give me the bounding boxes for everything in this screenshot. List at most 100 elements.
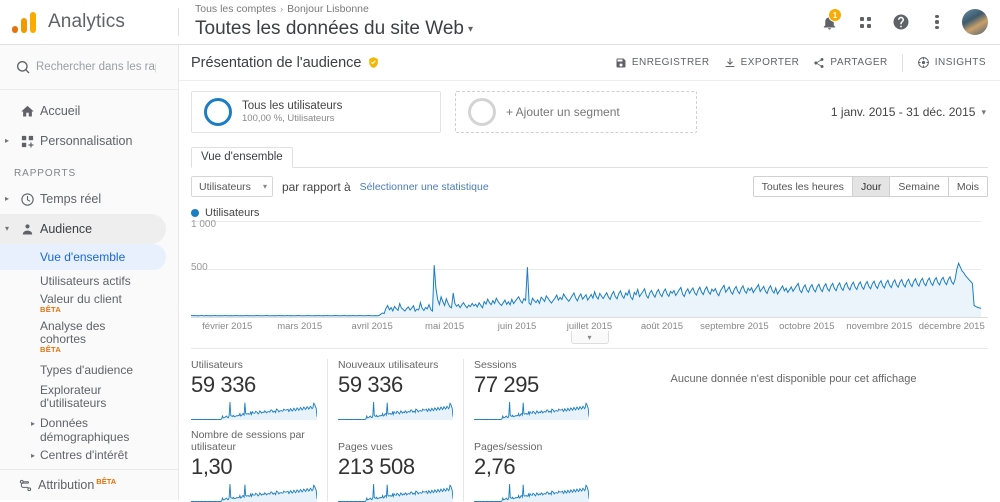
breadcrumb-account[interactable]: Tous les comptes (195, 3, 276, 15)
sidebar-sub-label: Données démographiques (40, 414, 132, 444)
sidebar-item-interests[interactable]: ▸ Centres d'intérêt (0, 444, 178, 466)
chevron-down-icon: ▾ (468, 24, 473, 35)
analytics-app: Analytics Tous les comptes›Bonjour Lisbo… (0, 0, 1000, 500)
brand-area[interactable]: Analytics (0, 11, 178, 33)
analytics-bars-icon (12, 11, 38, 33)
sidebar-sub-label: Vue d'ensemble (40, 251, 125, 264)
sidebar-sub-label: Types d'audience (40, 364, 133, 377)
main-content: Présentation de l'audience ENREGISTRER E… (179, 45, 1000, 500)
metric-card-pages-per-session[interactable]: Pages/session 2,76 (463, 429, 599, 501)
no-data-message: Aucune donnée n'est disponible pour cet … (599, 349, 988, 500)
beta-badge: BÊTA (96, 477, 116, 486)
chevron-down-icon: ▾ (263, 182, 267, 191)
granularity-month[interactable]: Mois (949, 177, 987, 196)
sidebar-item-demographics[interactable]: ▸ Données démographiques (0, 414, 178, 444)
chevron-right-icon: ▸ (26, 451, 40, 460)
sidebar-item-label-attribution: AttributionBÊTA (38, 477, 116, 492)
sidebar-item-customization[interactable]: ▸ Personnalisation (0, 126, 178, 156)
chevron-down-icon: ▾ (981, 107, 986, 118)
share-label: PARTAGER (830, 57, 887, 68)
segment-name: Tous les utilisateurs (242, 99, 342, 113)
chart-collapse-button[interactable]: ▾ (571, 331, 609, 344)
attribution-text: Attribution (38, 479, 94, 493)
metric-sparkline (474, 482, 589, 502)
insights-label: INSIGHTS (935, 57, 986, 68)
segment-ring-icon (204, 98, 232, 126)
kebab-menu-icon[interactable] (920, 5, 954, 39)
legend-color-swatch (191, 209, 199, 217)
page-title-text: Présentation de l'audience (191, 55, 361, 71)
sidebar-item-active-users[interactable]: Utilisateurs actifs (0, 270, 178, 292)
legend-label: Utilisateurs (205, 207, 259, 219)
x-tick-label: juin 2015 (481, 321, 553, 332)
granularity-hourly[interactable]: Toutes les heures (754, 177, 853, 196)
chart-plot-area[interactable]: 1 000 500 (191, 221, 988, 317)
help-circle-icon[interactable] (884, 5, 918, 39)
attribution-icon (12, 478, 38, 493)
customization-icon (14, 134, 40, 149)
metric-value: 1,30 (191, 453, 317, 481)
chevron-right-icon: ▸ (0, 195, 14, 203)
sidebar-item-audiences[interactable]: Types d'audience (0, 358, 178, 382)
x-tick-label: février 2015 (191, 321, 263, 332)
x-tick-label: avril 2015 (336, 321, 408, 332)
metric-title: Pages vues (338, 441, 453, 453)
segment-detail: 100,00 %, Utilisateurs (242, 113, 342, 125)
metric-card-pageviews[interactable]: Pages vues 213 508 (327, 429, 463, 501)
tab-strip: Vue d'ensemble (191, 145, 988, 168)
segment-all-users[interactable]: Tous les utilisateurs 100,00 %, Utilisat… (191, 91, 441, 133)
add-segment-label: + Ajouter un segment (506, 105, 620, 119)
metric-card-users[interactable]: Utilisateurs 59 336 (191, 359, 327, 429)
metric-value: 59 336 (338, 371, 453, 399)
date-range-picker[interactable]: 1 janv. 2015 - 31 déc. 2015 ▾ (831, 91, 988, 133)
x-tick-label: mai 2015 (408, 321, 480, 332)
notification-count: 1 (828, 8, 842, 22)
metric-selector[interactable]: Utilisateurs ▾ (191, 176, 273, 197)
metric-card-sessions-per-user[interactable]: Nombre de sessions par utilisateur 1,30 (191, 429, 327, 501)
sidebar-nav: Accueil ▸ Personnalisation RAPPORTS ▸ Te… (0, 90, 178, 469)
sidebar-item-attribution[interactable]: AttributionBÊTA (0, 469, 178, 500)
select-metric-link[interactable]: Sélectionner une statistique (360, 181, 489, 193)
metric-title: Nombre de sessions par utilisateur (191, 429, 311, 453)
granularity-day[interactable]: Jour (853, 177, 890, 196)
granularity-week[interactable]: Semaine (890, 177, 948, 196)
sidebar-item-lifetime-value[interactable]: Valeur du client BÊTA (0, 292, 178, 319)
view-title[interactable]: Toutes les données du site Web ▾ (195, 17, 812, 40)
sidebar-item-user-explorer[interactable]: Explorateur d'utilisateurs (0, 382, 178, 414)
report-header: Présentation de l'audience ENREGISTRER E… (179, 45, 1000, 81)
sidebar-search[interactable] (0, 45, 178, 90)
save-label: ENREGISTRER (632, 57, 710, 68)
account-selector[interactable]: Tous les comptes›Bonjour Lisbonne Toutes… (193, 3, 812, 40)
tab-overview[interactable]: Vue d'ensemble (191, 147, 293, 168)
bell-icon[interactable]: 1 (812, 5, 846, 39)
breadcrumb-property[interactable]: Bonjour Lisbonne (287, 3, 369, 15)
report-actions: ENREGISTRER EXPORTER PARTAGER INSIGHTS (615, 54, 986, 72)
sidebar-item-audience[interactable]: ▾ Audience (0, 214, 166, 244)
metric-sparkline (338, 400, 453, 420)
sidebar-sub-wrap: Valeur du client BÊTA (40, 293, 122, 314)
search-input[interactable] (36, 61, 156, 73)
sidebar-item-label-home: Accueil (40, 104, 80, 118)
insights-button[interactable]: INSIGHTS (917, 56, 986, 69)
export-button[interactable]: EXPORTER (724, 57, 800, 69)
metric-card-sessions[interactable]: Sessions 77 295 (463, 359, 599, 429)
chevron-right-icon: ▸ (26, 414, 40, 428)
apps-grid-icon[interactable] (848, 5, 882, 39)
shield-check-icon (367, 56, 380, 69)
avatar[interactable] (962, 9, 988, 35)
sidebar-item-realtime[interactable]: ▸ Temps réel (0, 184, 178, 214)
sidebar-item-home[interactable]: Accueil (0, 96, 178, 126)
sidebar-item-overview[interactable]: Vue d'ensemble (0, 244, 166, 270)
view-title-text: Toutes les données du site Web (195, 18, 464, 39)
page-title: Présentation de l'audience (191, 55, 380, 71)
metric-card-new-users[interactable]: Nouveaux utilisateurs 59 336 (327, 359, 463, 429)
divider (178, 8, 179, 36)
save-button[interactable]: ENREGISTRER (615, 57, 710, 69)
metric-title: Sessions (474, 359, 589, 371)
sidebar-item-label-audience: Audience (40, 222, 92, 236)
metric-sparkline (191, 482, 317, 502)
share-button[interactable]: PARTAGER (813, 57, 887, 69)
sidebar-item-label-realtime: Temps réel (40, 192, 101, 206)
sidebar-item-cohort-analysis[interactable]: Analyse des cohortes BÊTA (0, 319, 178, 358)
add-segment-button[interactable]: + Ajouter un segment (455, 91, 697, 133)
